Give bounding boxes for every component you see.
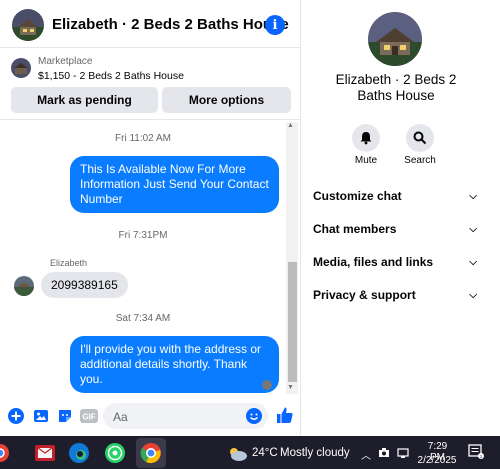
plus-icon[interactable] xyxy=(8,408,24,424)
chat-title[interactable]: Elizabeth · 2 Beds 2 Baths House xyxy=(52,16,289,33)
marketplace-label: Marketplace xyxy=(38,56,93,67)
incoming-message: 2099389165 xyxy=(41,272,128,298)
message-line: This Is Available Now For More xyxy=(80,162,246,176)
search-label: Search xyxy=(404,155,436,166)
contact-name-line: Baths House xyxy=(357,88,435,103)
section-label: Chat members xyxy=(313,222,397,236)
section-customize-chat[interactable]: Customize chat ⌵ xyxy=(313,186,477,206)
clock-date[interactable]: 2/2/2025 xyxy=(417,455,457,466)
mark-as-pending-button[interactable]: Mark as pending xyxy=(11,87,158,113)
outgoing-message: This Is Available Now For More Informati… xyxy=(70,156,279,213)
bell-icon xyxy=(360,132,372,145)
whatsapp-icon[interactable] xyxy=(104,442,126,464)
section-label: Customize chat xyxy=(313,189,402,203)
mute-label: Mute xyxy=(354,155,378,166)
contact-avatar[interactable] xyxy=(12,9,44,41)
emoji-icon[interactable] xyxy=(246,408,262,424)
section-chat-members[interactable]: Chat members ⌵ xyxy=(313,219,477,239)
scrollbar-thumb[interactable] xyxy=(288,262,297,382)
scroll-down-arrow[interactable]: ▼ xyxy=(287,384,294,391)
section-label: Privacy & support xyxy=(313,288,416,302)
message-timestamp: Sat 7:34 AM xyxy=(115,313,171,324)
message-timestamp: Fri 11:02 AM xyxy=(115,133,171,144)
section-label: Media, files and links xyxy=(313,255,434,269)
network-icon[interactable] xyxy=(397,447,409,462)
message-input-placeholder[interactable]: Aa xyxy=(113,410,128,424)
listing-thumbnail[interactable] xyxy=(11,58,31,83)
message-line: I'll provide you with the address or xyxy=(80,342,262,356)
chevron-down-icon: ⌵ xyxy=(469,256,477,268)
info-icon[interactable]: i xyxy=(265,15,285,35)
search-icon xyxy=(413,131,427,145)
sticker-icon[interactable] xyxy=(57,408,73,424)
scroll-up-arrow[interactable]: ▲ xyxy=(287,122,294,129)
like-icon[interactable] xyxy=(276,406,294,424)
camera-icon[interactable] xyxy=(378,447,390,462)
sender-avatar[interactable] xyxy=(14,276,34,296)
chat-header: Elizabeth · 2 Beds 2 Baths House i xyxy=(0,0,301,48)
chevron-up-icon[interactable]: ︿ xyxy=(361,447,371,462)
message-timestamp: Fri 7:31PM xyxy=(118,230,168,241)
chrome-partial-icon[interactable] xyxy=(0,442,10,464)
notification-icon[interactable]: 1 xyxy=(468,444,484,463)
sender-name: Elizabeth xyxy=(50,258,88,268)
mute-button[interactable] xyxy=(352,124,380,152)
outgoing-message: I'll provide you with the address or add… xyxy=(70,336,279,393)
message-line: Number xyxy=(80,192,123,206)
photo-icon[interactable] xyxy=(33,408,49,424)
section-media-files-links[interactable]: Media, files and links ⌵ xyxy=(313,252,477,272)
gif-icon[interactable]: GIF xyxy=(80,408,98,424)
search-button[interactable] xyxy=(406,124,434,152)
mail-app-icon[interactable] xyxy=(34,442,56,464)
contact-avatar-large[interactable] xyxy=(368,12,422,66)
listing-title[interactable]: $1,150 - 2 Beds 2 Baths House xyxy=(38,70,184,82)
weather-description[interactable]: Mostly cloudy xyxy=(280,447,350,459)
chevron-down-icon: ⌵ xyxy=(469,223,477,235)
weather-cloud-icon[interactable] xyxy=(226,444,248,467)
chevron-down-icon: ⌵ xyxy=(469,289,477,301)
section-privacy-support[interactable]: Privacy & support ⌵ xyxy=(313,285,477,305)
chrome-icon[interactable] xyxy=(140,442,162,464)
weather-temperature[interactable]: 24°C xyxy=(252,447,278,459)
seen-avatar xyxy=(262,380,272,390)
contact-name-line: Elizabeth · 2 Beds 2 xyxy=(335,72,457,87)
message-line: Information Just Send Your Contact xyxy=(80,177,269,191)
svg-text:GIF: GIF xyxy=(82,413,95,422)
message-line: additional details shortly. Thank you. xyxy=(80,357,247,386)
contact-name: Elizabeth · 2 Beds 2 Baths House xyxy=(316,72,476,104)
edge-icon[interactable] xyxy=(68,442,90,464)
more-options-button[interactable]: More options xyxy=(162,87,291,113)
chevron-down-icon: ⌵ xyxy=(469,190,477,202)
